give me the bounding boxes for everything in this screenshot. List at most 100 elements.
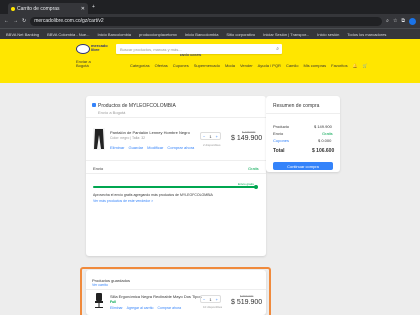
shipping-value: Gratis xyxy=(248,166,259,171)
back-icon[interactable]: ← xyxy=(4,18,9,24)
bell-icon[interactable]: 🔔 xyxy=(353,63,358,68)
browser-tab[interactable]: Carrito de compras ✕ xyxy=(8,3,88,14)
summary-row-value: Gratis xyxy=(322,131,333,136)
cart-icon[interactable]: 🛒 xyxy=(363,63,368,68)
user-menu[interactable]: Camilo xyxy=(286,63,298,68)
delivery-address[interactable]: Enviar a Bogotá xyxy=(76,60,91,68)
site-header: mercado libre Buscar productos, marcas y … xyxy=(0,39,420,83)
continue-purchase-button[interactable]: Continuar compra xyxy=(273,162,333,170)
promo-link[interactable]: Ver más productos de este vendedor > xyxy=(93,199,153,203)
divider xyxy=(86,289,266,290)
divider xyxy=(86,173,266,174)
search-placeholder: Buscar productos, marcas y más... xyxy=(120,46,182,52)
star-icon[interactable]: ☆ xyxy=(393,18,397,24)
product-actions: Eliminar Guardar Modificar Comprar ahora xyxy=(110,145,194,150)
bookmark[interactable]: BBVA Colombia - Nue... xyxy=(47,32,89,37)
favicon-icon xyxy=(11,6,15,11)
buy-now-link[interactable]: Comprar ahora xyxy=(158,306,182,310)
progress-label: Envío gratis xyxy=(238,182,254,186)
bookmark[interactable]: Inicio Bancolombia xyxy=(97,32,131,37)
full-badge: Full xyxy=(110,300,117,304)
coupons-link[interactable]: Cupones xyxy=(273,138,289,143)
item-price: $ 519.900 xyxy=(231,299,263,306)
nav-item[interactable]: Vender xyxy=(240,63,253,68)
quantity-value: 1 xyxy=(209,296,212,302)
bookmark[interactable]: produccionplacetomx xyxy=(139,32,177,37)
total-value: $ 106.600 xyxy=(312,148,335,154)
product-variant: Color: negro | Talla: 32 xyxy=(110,136,146,140)
delete-link[interactable]: Eliminar xyxy=(110,145,124,150)
plus-button[interactable]: + xyxy=(216,134,218,139)
saved-actions: Eliminar Agregar al carrito Comprar ahor… xyxy=(110,306,181,310)
availability: 2 disponibles xyxy=(203,143,221,147)
divider xyxy=(86,160,266,161)
summary-row-label: Envío xyxy=(273,131,284,136)
chair-icon xyxy=(95,293,103,308)
old-price: $ 179.900 xyxy=(242,130,256,134)
tab-title: Carrito de compras xyxy=(17,5,60,12)
pants-icon xyxy=(94,129,104,149)
summary-row-value: $ 0.000 xyxy=(318,138,332,143)
bookmark[interactable]: Sitio corporativo xyxy=(226,32,255,37)
product-image[interactable] xyxy=(93,128,105,150)
close-tab-icon[interactable]: ✕ xyxy=(81,6,85,12)
divider xyxy=(266,113,340,114)
extensions-icon[interactable]: ⧉ xyxy=(401,18,405,24)
product-name[interactable]: Pantalón de Pantalón Lenney Hombre Negro xyxy=(110,130,190,135)
buy-now-link[interactable]: Comprar ahora xyxy=(167,145,194,150)
logo-text: libre xyxy=(91,47,100,52)
browser-tabbar: Carrito de compras ✕ + xyxy=(0,0,420,14)
forward-icon[interactable]: → xyxy=(13,18,18,24)
my-purchases-link[interactable]: Mis compras xyxy=(303,63,326,68)
address-bar[interactable]: mercadolibre.com.co/gz/cart/v2 xyxy=(30,16,383,26)
availability: 10 disponibles xyxy=(203,305,223,309)
bookmark[interactable]: Todos los marcadores xyxy=(347,32,386,37)
nav-item[interactable]: Cupones xyxy=(173,63,189,68)
new-tab-icon[interactable]: + xyxy=(92,4,95,10)
address-city: Bogotá xyxy=(76,63,89,68)
minus-button[interactable]: − xyxy=(203,134,205,139)
shipping-label: Envío xyxy=(93,166,104,171)
bookmark[interactable]: Iniciar Sesión | Transpor... xyxy=(263,32,309,37)
modify-link[interactable]: Modificar xyxy=(147,145,163,150)
search-icon[interactable]: ⌕ xyxy=(276,46,279,52)
summary-row-label: Producto xyxy=(273,124,290,129)
quantity-stepper[interactable]: − 1 + xyxy=(200,295,221,303)
progress-dot xyxy=(254,185,258,189)
divider xyxy=(86,117,266,118)
logo[interactable]: mercado libre xyxy=(76,43,112,57)
favorites-link[interactable]: Favoritos xyxy=(331,63,347,68)
bookmarks-bar: BBVA Net Banking BBVA Colombia - Nue... … xyxy=(0,28,420,39)
delete-link[interactable]: Eliminar xyxy=(110,306,123,310)
reload-icon[interactable]: ↻ xyxy=(22,18,26,24)
quantity-value: 1 xyxy=(209,133,212,139)
profile-icon[interactable] xyxy=(409,17,416,25)
save-link[interactable]: Guardar xyxy=(128,145,143,150)
summary-row-value: $ 149.900 xyxy=(314,124,332,129)
bookmark[interactable]: Inicio sesión xyxy=(317,32,339,37)
quantity-stepper[interactable]: − 1 + xyxy=(200,132,221,140)
url-text: mercadolibre.com.co/gz/cart/v2 xyxy=(34,18,104,24)
nav-item[interactable]: Ofertas xyxy=(155,63,168,68)
browser-toolbar: ← → ↻ mercadolibre.com.co/gz/cart/v2 ⌕ ☆… xyxy=(0,14,420,28)
add-to-cart-link[interactable]: Agregar al carrito xyxy=(127,306,154,310)
summary-title: Resumen de compra xyxy=(273,103,320,109)
minus-button[interactable]: − xyxy=(203,297,205,302)
nav-item[interactable]: Categorías xyxy=(130,63,150,68)
bookmark[interactable]: BBVA Net Banking xyxy=(6,32,39,37)
product-name[interactable]: Silla Ergonómica Negra Reclinable Mayo D… xyxy=(110,294,202,299)
plus-button[interactable]: + xyxy=(216,297,218,302)
product-image[interactable] xyxy=(93,293,105,309)
item-price: $ 149.900 xyxy=(231,135,263,142)
bookmark[interactable]: Inicio Bancolombia xyxy=(185,32,219,37)
category-nav: Categorías Ofertas Cupones Supermercado … xyxy=(130,63,281,68)
promo-banner[interactable]: ENVÍO GRATIS xyxy=(180,53,201,57)
free-shipping-progress xyxy=(93,185,258,189)
nav-item[interactable]: Ayuda / PQR xyxy=(258,63,281,68)
seller-title[interactable]: Productos de MYLEOFCOLOMBIA xyxy=(98,103,176,109)
handshake-icon xyxy=(76,44,90,54)
nav-item[interactable]: Moda xyxy=(225,63,235,68)
zoom-icon[interactable]: ⌕ xyxy=(386,18,389,24)
nav-item[interactable]: Supermercado xyxy=(194,63,220,68)
saved-link[interactable]: Ver carrito xyxy=(92,283,108,287)
